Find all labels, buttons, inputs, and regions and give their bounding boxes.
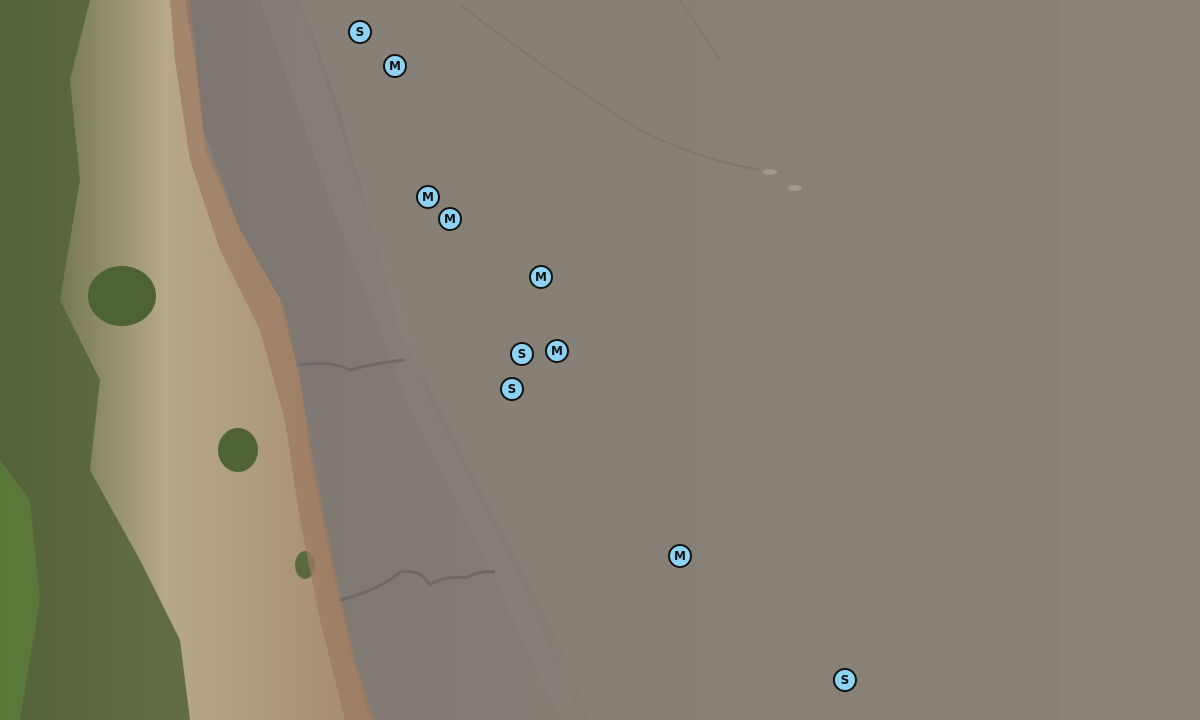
- map-marker-s[interactable]: S: [510, 342, 534, 366]
- map-marker-s[interactable]: S: [833, 668, 857, 692]
- map-marker-m[interactable]: M: [668, 544, 692, 568]
- boat: [788, 185, 802, 191]
- boat: [763, 169, 777, 175]
- map-marker-s[interactable]: S: [500, 377, 524, 401]
- aerial-imagery: [0, 0, 1200, 720]
- map-marker-m[interactable]: M: [545, 339, 569, 363]
- map-marker-m[interactable]: M: [383, 54, 407, 78]
- aerial-map[interactable]: S M M M M S M S M S: [0, 0, 1200, 720]
- map-marker-m[interactable]: M: [438, 207, 462, 231]
- map-marker-m[interactable]: M: [416, 185, 440, 209]
- map-marker-m[interactable]: M: [529, 265, 553, 289]
- map-marker-s[interactable]: S: [348, 20, 372, 44]
